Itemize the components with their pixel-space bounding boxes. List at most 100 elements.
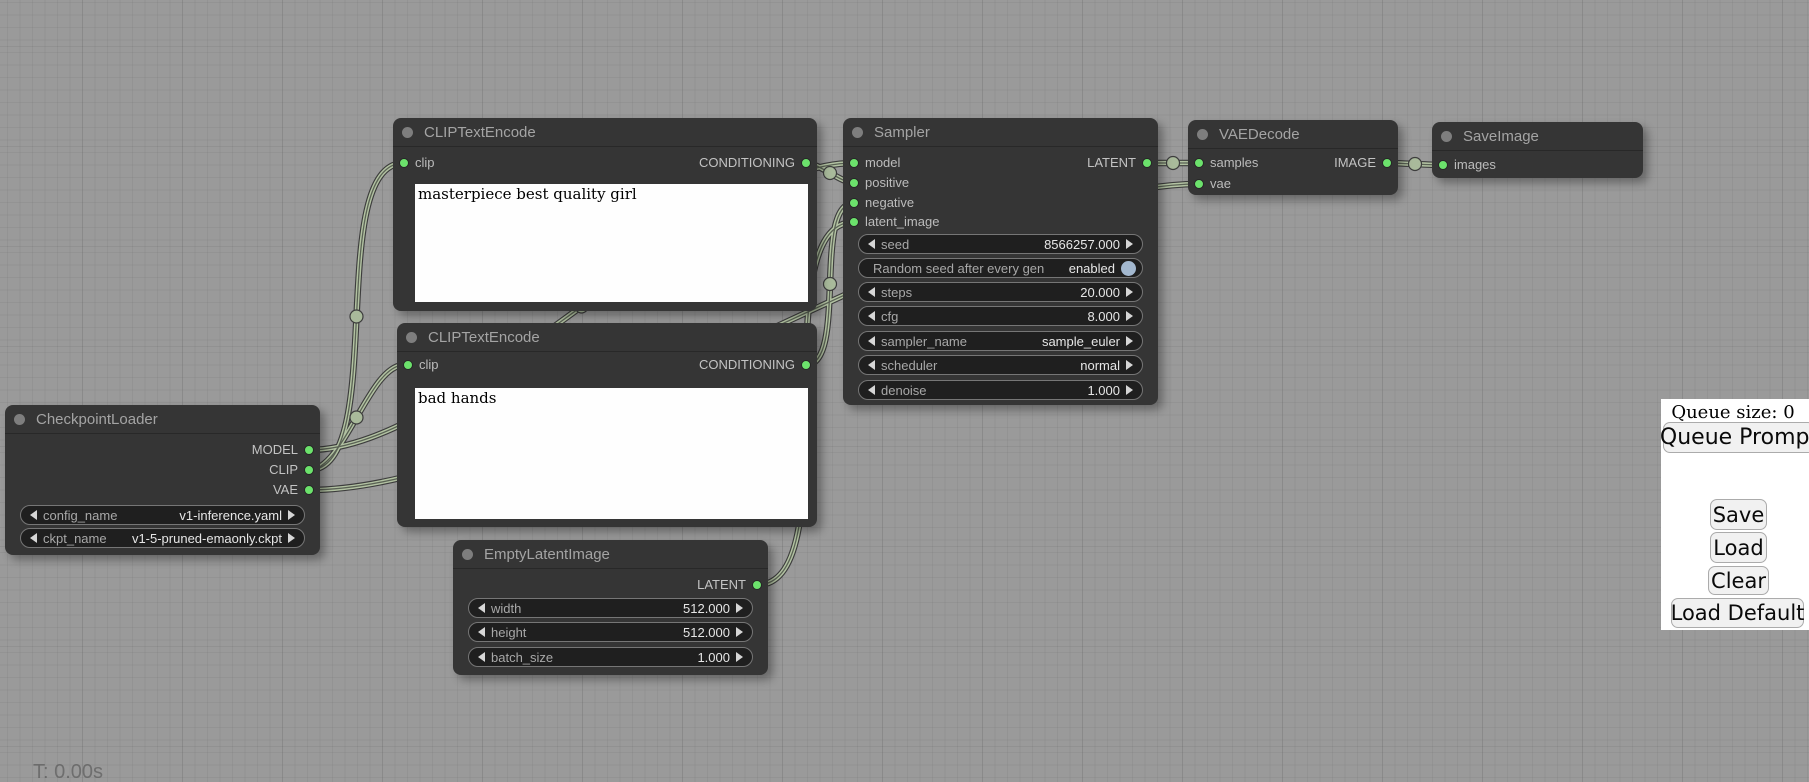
random-seed-widget[interactable]: Random seed after every gen enabled: [858, 258, 1143, 278]
node-title-bar[interactable]: SaveImage: [1432, 122, 1643, 151]
increment-arrow-icon[interactable]: [1126, 311, 1133, 321]
collapse-dot-icon[interactable]: [1441, 131, 1452, 142]
conditioning-output-port[interactable]: [801, 158, 811, 168]
conditioning-output-port[interactable]: [801, 360, 811, 370]
config-name-widget[interactable]: config_name v1-inference.yaml: [20, 505, 305, 525]
queue-size-label: Queue size: 0: [1661, 402, 1805, 423]
widget-value: 1.000: [697, 650, 730, 665]
node-sampler[interactable]: Sampler model LATENT positive negative l…: [843, 118, 1158, 405]
increment-arrow-icon[interactable]: [736, 627, 743, 637]
negative-input-port[interactable]: [849, 198, 859, 208]
widget-value: 20.000: [1080, 285, 1120, 300]
decrement-arrow-icon[interactable]: [478, 627, 485, 637]
random-seed-toggle[interactable]: [1121, 261, 1136, 276]
collapse-dot-icon[interactable]: [852, 127, 863, 138]
input-label-clip: clip: [419, 355, 439, 375]
input-label-latent-image: latent_image: [865, 212, 939, 232]
steps-widget[interactable]: steps 20.000: [858, 282, 1143, 302]
positive-input-port[interactable]: [849, 178, 859, 188]
increment-arrow-icon[interactable]: [1126, 385, 1133, 395]
clear-button[interactable]: Clear: [1708, 566, 1769, 595]
link-dot[interactable]: [824, 278, 837, 291]
render-time-status: T: 0.00s: [33, 761, 103, 782]
increment-arrow-icon[interactable]: [1126, 360, 1133, 370]
node-clip-text-encode-negative[interactable]: CLIPTextEncode clip CONDITIONING bad han…: [397, 323, 817, 527]
widget-label: config_name: [43, 508, 117, 523]
model-input-port[interactable]: [849, 158, 859, 168]
denoise-widget[interactable]: denoise 1.000: [858, 380, 1143, 400]
decrement-arrow-icon[interactable]: [868, 336, 875, 346]
load-button[interactable]: Load: [1710, 532, 1767, 563]
node-title-bar[interactable]: CheckpointLoader: [5, 405, 320, 434]
decrement-arrow-icon[interactable]: [868, 287, 875, 297]
queue-prompt-button[interactable]: Queue Prompt: [1663, 422, 1809, 453]
latent-output-port[interactable]: [752, 580, 762, 590]
decrement-arrow-icon[interactable]: [478, 603, 485, 613]
node-vae-decode[interactable]: VAEDecode samples IMAGE vae: [1188, 120, 1398, 195]
node-checkpoint-loader[interactable]: CheckpointLoader MODEL CLIP VAE config_n…: [5, 405, 320, 555]
node-clip-text-encode-positive[interactable]: CLIPTextEncode clip CONDITIONING masterp…: [393, 118, 817, 311]
latent-image-input-port[interactable]: [849, 217, 859, 227]
collapse-dot-icon[interactable]: [406, 332, 417, 343]
increment-arrow-icon[interactable]: [736, 652, 743, 662]
width-widget[interactable]: width 512.000: [468, 598, 753, 618]
link-dot[interactable]: [1409, 158, 1422, 171]
input-label-images: images: [1454, 155, 1496, 175]
model-output-port[interactable]: [304, 445, 314, 455]
clip-input-port[interactable]: [399, 158, 409, 168]
seed-widget[interactable]: seed 8566257.000: [858, 234, 1143, 254]
images-input-port[interactable]: [1438, 160, 1448, 170]
increment-arrow-icon[interactable]: [1126, 287, 1133, 297]
input-label-positive: positive: [865, 173, 909, 193]
collapse-dot-icon[interactable]: [402, 127, 413, 138]
increment-arrow-icon[interactable]: [1126, 336, 1133, 346]
widget-label: height: [491, 625, 526, 640]
widget-label: sampler_name: [881, 334, 967, 349]
node-save-image[interactable]: SaveImage images: [1432, 122, 1643, 178]
clip-input-port[interactable]: [403, 360, 413, 370]
scheduler-widget[interactable]: scheduler normal: [858, 355, 1143, 375]
prompt-textarea[interactable]: masterpiece best quality girl: [415, 184, 808, 302]
decrement-arrow-icon[interactable]: [868, 360, 875, 370]
increment-arrow-icon[interactable]: [736, 603, 743, 613]
increment-arrow-icon[interactable]: [1126, 239, 1133, 249]
decrement-arrow-icon[interactable]: [478, 652, 485, 662]
vae-output-port[interactable]: [304, 485, 314, 495]
cfg-widget[interactable]: cfg 8.000: [858, 306, 1143, 326]
samples-input-port[interactable]: [1194, 158, 1204, 168]
ckpt-name-widget[interactable]: ckpt_name v1-5-pruned-emaonly.ckpt: [20, 528, 305, 548]
node-graph-canvas[interactable]: CheckpointLoader MODEL CLIP VAE config_n…: [0, 0, 1809, 782]
collapse-dot-icon[interactable]: [14, 414, 25, 425]
decrement-arrow-icon[interactable]: [868, 385, 875, 395]
latent-output-port[interactable]: [1142, 158, 1152, 168]
decrement-arrow-icon[interactable]: [30, 510, 37, 520]
slot-row: MODEL: [5, 440, 320, 460]
node-title-bar[interactable]: VAEDecode: [1188, 120, 1398, 149]
increment-arrow-icon[interactable]: [288, 510, 295, 520]
link-dot[interactable]: [350, 310, 363, 323]
link-dot[interactable]: [1167, 157, 1180, 170]
node-empty-latent-image[interactable]: EmptyLatentImage LATENT width 512.000 he…: [453, 540, 768, 675]
load-default-button[interactable]: Load Default: [1671, 598, 1804, 628]
prompt-textarea[interactable]: bad hands: [415, 388, 808, 519]
save-button[interactable]: Save: [1710, 499, 1767, 530]
increment-arrow-icon[interactable]: [288, 533, 295, 543]
node-title-bar[interactable]: Sampler: [843, 118, 1158, 147]
link-dot[interactable]: [350, 411, 363, 424]
clip-output-port[interactable]: [304, 465, 314, 475]
collapse-dot-icon[interactable]: [1197, 129, 1208, 140]
sampler-name-widget[interactable]: sampler_name sample_euler: [858, 331, 1143, 351]
collapse-dot-icon[interactable]: [462, 549, 473, 560]
vae-input-port[interactable]: [1194, 179, 1204, 189]
decrement-arrow-icon[interactable]: [868, 311, 875, 321]
node-title-bar[interactable]: EmptyLatentImage: [453, 540, 768, 569]
node-title-bar[interactable]: CLIPTextEncode: [397, 323, 817, 352]
node-title-bar[interactable]: CLIPTextEncode: [393, 118, 817, 147]
batch-size-widget[interactable]: batch_size 1.000: [468, 647, 753, 667]
image-output-port[interactable]: [1382, 158, 1392, 168]
link-dot[interactable]: [824, 167, 837, 180]
decrement-arrow-icon[interactable]: [868, 239, 875, 249]
decrement-arrow-icon[interactable]: [30, 533, 37, 543]
height-widget[interactable]: height 512.000: [468, 622, 753, 642]
slot-row: LATENT: [453, 575, 768, 595]
